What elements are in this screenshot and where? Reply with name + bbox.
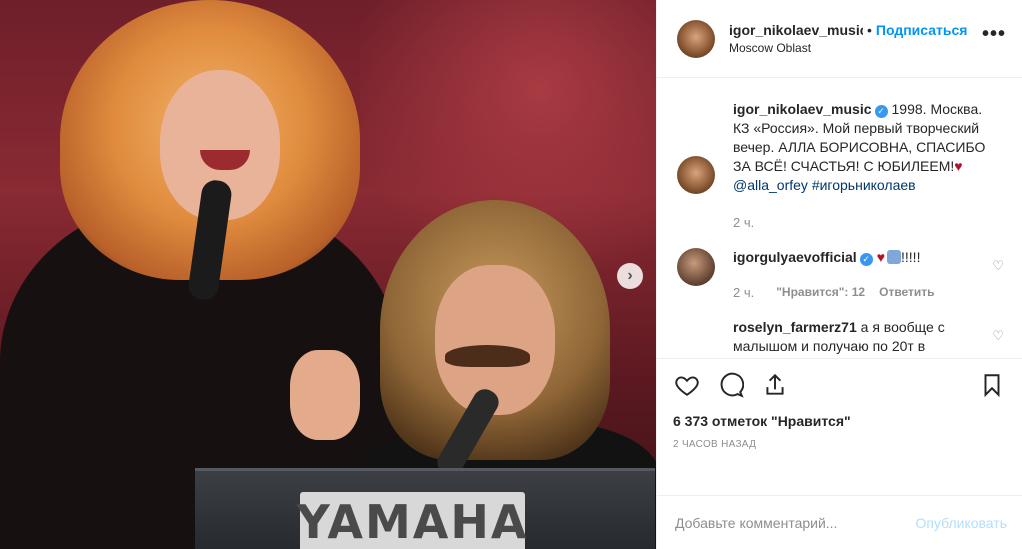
caption-username[interactable]: igor_nikolaev_music <box>733 101 872 117</box>
post-header: igor_nikolaev_music • Подписаться Moscow… <box>657 0 1022 78</box>
post-photo[interactable]: YAMAHA › <box>0 0 656 549</box>
comment-meta: 2 ч. "Нравится": 12 Ответить <box>733 283 983 302</box>
reply-button[interactable]: Ответить <box>879 283 934 302</box>
follow-button[interactable]: Подписаться <box>876 22 968 38</box>
caption-time[interactable]: 2 ч. <box>733 213 1001 232</box>
publish-button[interactable]: Опубликовать <box>915 515 1007 531</box>
instagram-post: YAMAHA › igor_nikolaev_music • Подписать… <box>0 0 1022 549</box>
separator-dot: • <box>867 22 872 38</box>
mention-link[interactable]: @alla_orfey <box>733 177 808 193</box>
header-line: igor_nikolaev_music • Подписаться <box>729 22 982 38</box>
comment-body: roselyn_farmerz71 а я вообще с малышом и… <box>733 318 983 356</box>
commenter-avatar[interactable] <box>677 248 715 286</box>
comment-icon[interactable] <box>717 371 745 399</box>
verified-icon: ✓ <box>859 253 873 266</box>
comment-like-heart-icon[interactable]: ♡ <box>992 258 1004 274</box>
keyboard-brand-label: YAMAHA <box>297 492 527 549</box>
man-face <box>435 265 555 415</box>
caption: igor_nikolaev_music ✓ 1998. Москва. КЗ «Ро… <box>677 100 1006 232</box>
avatar[interactable] <box>677 19 715 58</box>
caption-avatar[interactable] <box>677 156 715 194</box>
comment-username[interactable]: roselyn_farmerz71 <box>733 319 857 335</box>
bookmark-icon[interactable] <box>978 371 1006 399</box>
red-heart-emoji: ♥ <box>876 249 886 265</box>
likes-count[interactable]: 6 373 отметок "Нравится" <box>673 413 1006 429</box>
verified-icon: ✓ <box>874 105 888 118</box>
person-emoji-icon <box>887 250 902 264</box>
action-icons <box>673 369 1006 401</box>
comment-time[interactable]: 2 ч. <box>733 283 754 302</box>
share-icon[interactable] <box>761 371 789 399</box>
list-item: igorgulyaevofficial ✓ ♥!!!!! 2 ч. "Нравитс… <box>677 248 1006 302</box>
caption-body: igor_nikolaev_music ✓ 1998. Москва. КЗ «Ро… <box>733 100 1001 232</box>
comment-input[interactable] <box>675 514 916 531</box>
comment-username[interactable]: igorgulyaevofficial <box>733 249 857 265</box>
post-timestamp[interactable]: 2 ЧАСОВ НАЗАД <box>673 439 1006 450</box>
comment-like-heart-icon[interactable]: ♡ <box>992 328 1004 344</box>
more-icon[interactable]: ••• <box>982 23 1006 46</box>
heart-icon[interactable] <box>673 371 701 399</box>
raised-hand <box>290 350 360 440</box>
comment-likes[interactable]: "Нравится": 12 <box>776 283 865 302</box>
comment-body: igorgulyaevofficial ✓ ♥!!!!! 2 ч. "Нравитс… <box>733 248 983 302</box>
list-item: roselyn_farmerz71 а я вообще с малышом и… <box>677 318 1006 356</box>
red-heart-emoji: ♥ <box>954 158 963 174</box>
next-icon[interactable]: › <box>617 263 643 289</box>
post-sidebar: igor_nikolaev_music • Подписаться Moscow… <box>656 0 1022 549</box>
comments-list[interactable]: igor_nikolaev_music ✓ 1998. Москва. КЗ «Ро… <box>657 78 1022 358</box>
post-actions: 6 373 отметок "Нравится" 2 ЧАСОВ НАЗАД <box>657 358 1022 495</box>
location-link[interactable]: Moscow Oblast <box>729 41 982 55</box>
add-comment-bar: Опубликовать <box>657 495 1022 549</box>
header-text: igor_nikolaev_music • Подписаться Moscow… <box>729 22 982 55</box>
comment-text: !!!!! <box>901 249 921 265</box>
hashtag-link[interactable]: #игорьниколаев <box>812 177 916 193</box>
header-username[interactable]: igor_nikolaev_music <box>729 22 863 38</box>
mustache <box>445 345 530 367</box>
